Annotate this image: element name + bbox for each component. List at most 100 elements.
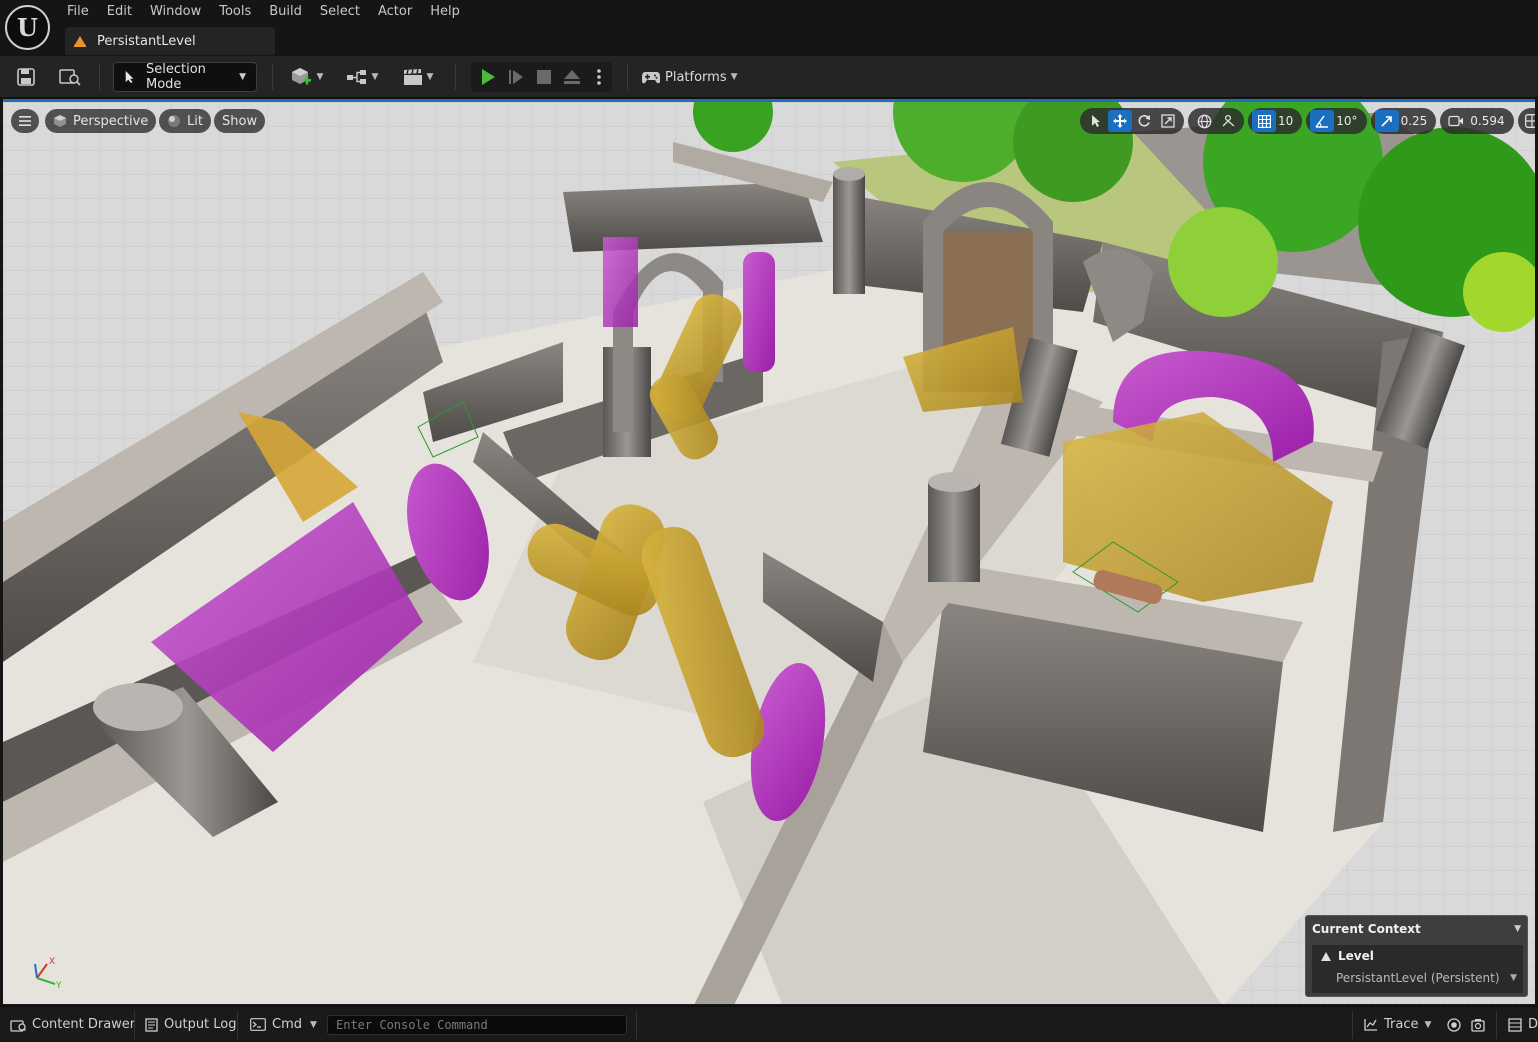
content-drawer-button[interactable]: Content Drawer <box>10 1007 135 1042</box>
chevron-down-icon: ▼ <box>1424 1019 1432 1030</box>
viewport-options-button[interactable] <box>11 109 39 133</box>
blueprints-button[interactable]: ▼ <box>342 62 382 92</box>
chevron-down-icon: ▼ <box>426 72 434 82</box>
camera-speed-group[interactable]: 0.594 <box>1440 108 1514 134</box>
transform-mode-group <box>1080 108 1184 134</box>
world-space-button[interactable] <box>1192 110 1216 132</box>
rotation-snap-group: 10° <box>1306 108 1367 134</box>
derived-data-button[interactable]: D <box>1508 1007 1538 1042</box>
context-level-name[interactable]: PersistantLevel (Persistent) <box>1336 971 1500 985</box>
rotation-snap-toggle[interactable] <box>1310 110 1335 132</box>
record-icon <box>1447 1017 1461 1032</box>
main-toolbar: Selection Mode ▼ ▼ ▼ ▼ Platforms ▼ <box>0 56 1538 98</box>
cmd-label: Cmd <box>272 1017 302 1032</box>
cursor-icon <box>125 71 134 83</box>
lit-sphere-icon <box>167 114 181 128</box>
select-mode-button[interactable] <box>1084 110 1108 132</box>
title-bar: U File Edit Window Tools Build Select Ac… <box>0 0 1538 56</box>
add-actor-button[interactable]: ▼ <box>287 62 327 92</box>
current-context-panel: Current Context ▼ Level PersistantLevel … <box>1305 915 1528 997</box>
menu-actor[interactable]: Actor <box>369 0 421 24</box>
statusbar-divider <box>1352 1011 1353 1039</box>
tab-persistent-level[interactable]: PersistantLevel <box>65 27 275 55</box>
scale-snap-value[interactable]: 0.25 <box>1399 114 1433 128</box>
level-icon <box>1321 951 1331 961</box>
trace-dropdown[interactable]: Trace ▼ <box>1364 1007 1431 1042</box>
menu-tools[interactable]: Tools <box>210 0 260 24</box>
grid-snap-toggle[interactable] <box>1252 110 1276 132</box>
advance-frame-button[interactable] <box>505 66 527 88</box>
globe-icon <box>1197 114 1211 128</box>
surface-snap-button[interactable] <box>1216 110 1240 132</box>
scale-icon <box>1161 114 1175 128</box>
save-icon <box>17 68 35 86</box>
step-forward-icon <box>509 70 523 84</box>
scale-snap-toggle[interactable] <box>1374 110 1399 132</box>
lit-label: Lit <box>187 113 203 129</box>
toolbar-divider <box>455 64 456 90</box>
cursor-icon <box>1092 115 1100 127</box>
axis-gizmo-icon: X Y <box>34 957 62 990</box>
scale-arrow-icon <box>1381 115 1392 127</box>
cmd-dropdown[interactable]: Cmd ▼ <box>250 1007 317 1042</box>
stop-icon <box>537 70 551 84</box>
show-dropdown[interactable]: Show <box>214 109 266 133</box>
browse-icon <box>59 69 81 86</box>
statusbar-divider <box>636 1011 637 1039</box>
rotation-snap-value[interactable]: 10° <box>1334 114 1362 128</box>
rotate-icon <box>1138 114 1150 127</box>
content-drawer-label: Content Drawer <box>32 1017 136 1032</box>
perspective-dropdown[interactable]: Perspective <box>45 109 157 133</box>
svg-text:Y: Y <box>55 981 62 990</box>
current-context-title: Current Context <box>1312 922 1421 936</box>
output-log-icon <box>145 1017 158 1032</box>
grid-snap-value[interactable]: 10 <box>1276 114 1298 128</box>
chevron-down-icon[interactable]: ▼ <box>1510 973 1517 983</box>
angle-icon <box>1315 115 1329 128</box>
menu-window[interactable]: Window <box>141 0 210 24</box>
gamepad-icon <box>642 72 660 84</box>
menu-select[interactable]: Select <box>311 0 369 24</box>
record-button[interactable] <box>1447 1007 1461 1042</box>
translate-mode-button[interactable] <box>1108 110 1132 132</box>
viewport-scene[interactable] <box>3 102 1535 1004</box>
platforms-dropdown[interactable]: Platforms ▼ <box>641 62 739 92</box>
move-arrows-icon <box>1113 114 1127 128</box>
menu-edit[interactable]: Edit <box>98 0 141 24</box>
output-log-button[interactable]: Output Log <box>145 1007 237 1042</box>
viewport-layout-button[interactable] <box>1520 110 1535 132</box>
selection-mode-label: Selection Mode <box>145 62 206 92</box>
menu-help[interactable]: Help <box>421 0 469 24</box>
chevron-down-icon[interactable]: ▼ <box>1514 924 1521 934</box>
cinematics-button[interactable]: ▼ <box>398 62 438 92</box>
play-button[interactable] <box>477 66 499 88</box>
camera-speed-button[interactable] <box>1444 110 1468 132</box>
cube-icon <box>53 114 67 128</box>
play-options-button[interactable] <box>589 66 609 88</box>
browse-content-button[interactable] <box>56 62 84 92</box>
stop-button[interactable] <box>533 66 555 88</box>
menu-build[interactable]: Build <box>260 0 311 24</box>
status-bar: Content Drawer Output Log Cmd ▼ Trace ▼ … <box>0 1006 1538 1041</box>
viewport-transform-toolbar: 10 10° 0.25 0.594 <box>1080 108 1535 134</box>
view-mode-dropdown[interactable]: Lit <box>159 109 211 133</box>
scale-mode-button[interactable] <box>1156 110 1180 132</box>
platforms-label: Platforms <box>665 69 727 85</box>
snapshot-icon <box>1471 1018 1485 1032</box>
rotate-mode-button[interactable] <box>1132 110 1156 132</box>
console-command-input[interactable] <box>327 1015 627 1035</box>
selection-mode-dropdown[interactable]: Selection Mode ▼ <box>113 62 257 92</box>
play-controls <box>471 62 612 92</box>
chevron-down-icon: ▼ <box>316 72 324 82</box>
eject-button[interactable] <box>561 66 583 88</box>
snapshot-button[interactable] <box>1471 1007 1485 1042</box>
save-button[interactable] <box>14 62 38 92</box>
menu-file[interactable]: File <box>58 0 98 24</box>
grid-icon <box>1257 114 1271 128</box>
terminal-icon <box>250 1018 266 1031</box>
clapperboard-icon <box>403 69 422 85</box>
level-viewport[interactable]: Perspective Lit Show 10 10° 0.25 0.594 X… <box>3 99 1535 1004</box>
level-tab-label: PersistantLevel <box>97 33 196 49</box>
unreal-logo-icon[interactable]: U <box>5 5 50 50</box>
main-menu-bar: File Edit Window Tools Build Select Acto… <box>58 0 469 24</box>
